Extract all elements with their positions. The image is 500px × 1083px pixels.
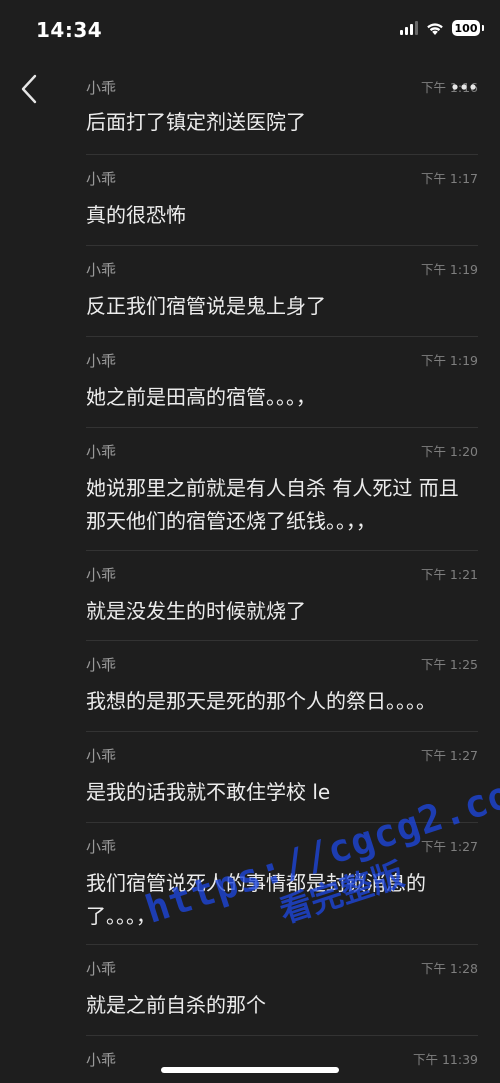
chat-history-screen: 14:34 100 小乖 下午 1:16 后面打了镇定剂送医院了 小乖 下午 1… [0,0,500,1083]
message-sender: 小乖 [86,960,117,978]
message-sender: 小乖 [86,1051,117,1069]
status-time: 14:34 [36,18,103,42]
message-time: 下午 1:27 [420,839,478,854]
message-text: 她之前是田高的宿管。。。， [86,385,316,409]
battery-level: 100 [454,21,478,35]
message-time: 下午 1:20 [420,444,478,459]
message-text: 是我的话我就不敢住学校 le [86,780,331,804]
message-time: 下午 1:21 [420,567,478,582]
battery-icon: 100 [452,20,484,36]
list-item[interactable]: 小乖 下午 1:25 我想的是那天是死的那个人的祭日。。。。 [86,640,478,731]
message-time: 下午 1:19 [420,262,478,277]
message-sender: 小乖 [86,443,117,461]
status-icons: 100 [400,20,484,36]
wifi-icon [427,22,443,35]
message-sender: 小乖 [86,566,117,584]
home-indicator[interactable] [161,1067,339,1073]
message-time: 下午 1:19 [420,353,478,368]
message-time: 下午 1:28 [420,961,478,976]
list-item[interactable]: 小乖 下午 1:19 反正我们宿管说是鬼上身了 [86,245,478,336]
status-bar: 14:34 100 [0,0,500,62]
ellipsis-icon[interactable] [450,80,478,94]
message-time: 下午 1:17 [420,171,478,186]
list-item[interactable]: 小乖 下午 1:28 就是之前自杀的那个 [86,944,478,1035]
message-sender: 小乖 [86,79,117,97]
message-text: 就是没发生的时候就烧了 [86,599,306,623]
message-text: 她说那里之前就是有人自杀 有人死过 而且那天他们的宿管还烧了纸钱。。，， [86,476,459,533]
list-item[interactable]: 小乖 下午 1:27 是我的话我就不敢住学校 le [86,731,478,822]
message-sender: 小乖 [86,261,117,279]
message-time: 下午 11:39 [413,1052,478,1067]
message-sender: 小乖 [86,170,117,188]
message-text: 真的很恐怖 [86,203,186,227]
message-sender: 小乖 [86,656,117,674]
list-item[interactable]: 小乖 下午 1:21 就是没发生的时候就烧了 [86,550,478,640]
list-item[interactable]: 小乖 下午 1:20 她说那里之前就是有人自杀 有人死过 而且那天他们的宿管还烧… [86,427,478,550]
list-item[interactable]: 小乖 下午 1:27 我们宿管说死人的事情都是封锁消息的了。。。， [86,822,478,944]
message-text: 我想的是那天是死的那个人的祭日。。。。 [86,689,436,713]
message-time: 下午 1:27 [420,748,478,763]
list-item[interactable]: 小乖 下午 11:39 [86,1035,478,1083]
message-list: 小乖 下午 1:16 后面打了镇定剂送医院了 小乖 下午 1:17 真的很恐怖 … [0,64,500,1083]
message-sender: 小乖 [86,352,117,370]
list-item[interactable]: 小乖 下午 1:17 真的很恐怖 [86,154,478,245]
message-text: 就是之前自杀的那个 [86,993,266,1017]
message-time: 下午 1:25 [420,657,478,672]
message-sender: 小乖 [86,747,117,765]
message-text: 反正我们宿管说是鬼上身了 [86,294,326,318]
list-item[interactable]: 小乖 下午 1:16 后面打了镇定剂送医院了 [86,64,478,154]
list-item[interactable]: 小乖 下午 1:19 她之前是田高的宿管。。。， [86,336,478,427]
message-sender: 小乖 [86,838,117,856]
signal-icon [400,21,418,35]
message-text: 后面打了镇定剂送医院了 [86,110,306,134]
message-text: 我们宿管说死人的事情都是封锁消息的了。。。， [86,871,426,928]
